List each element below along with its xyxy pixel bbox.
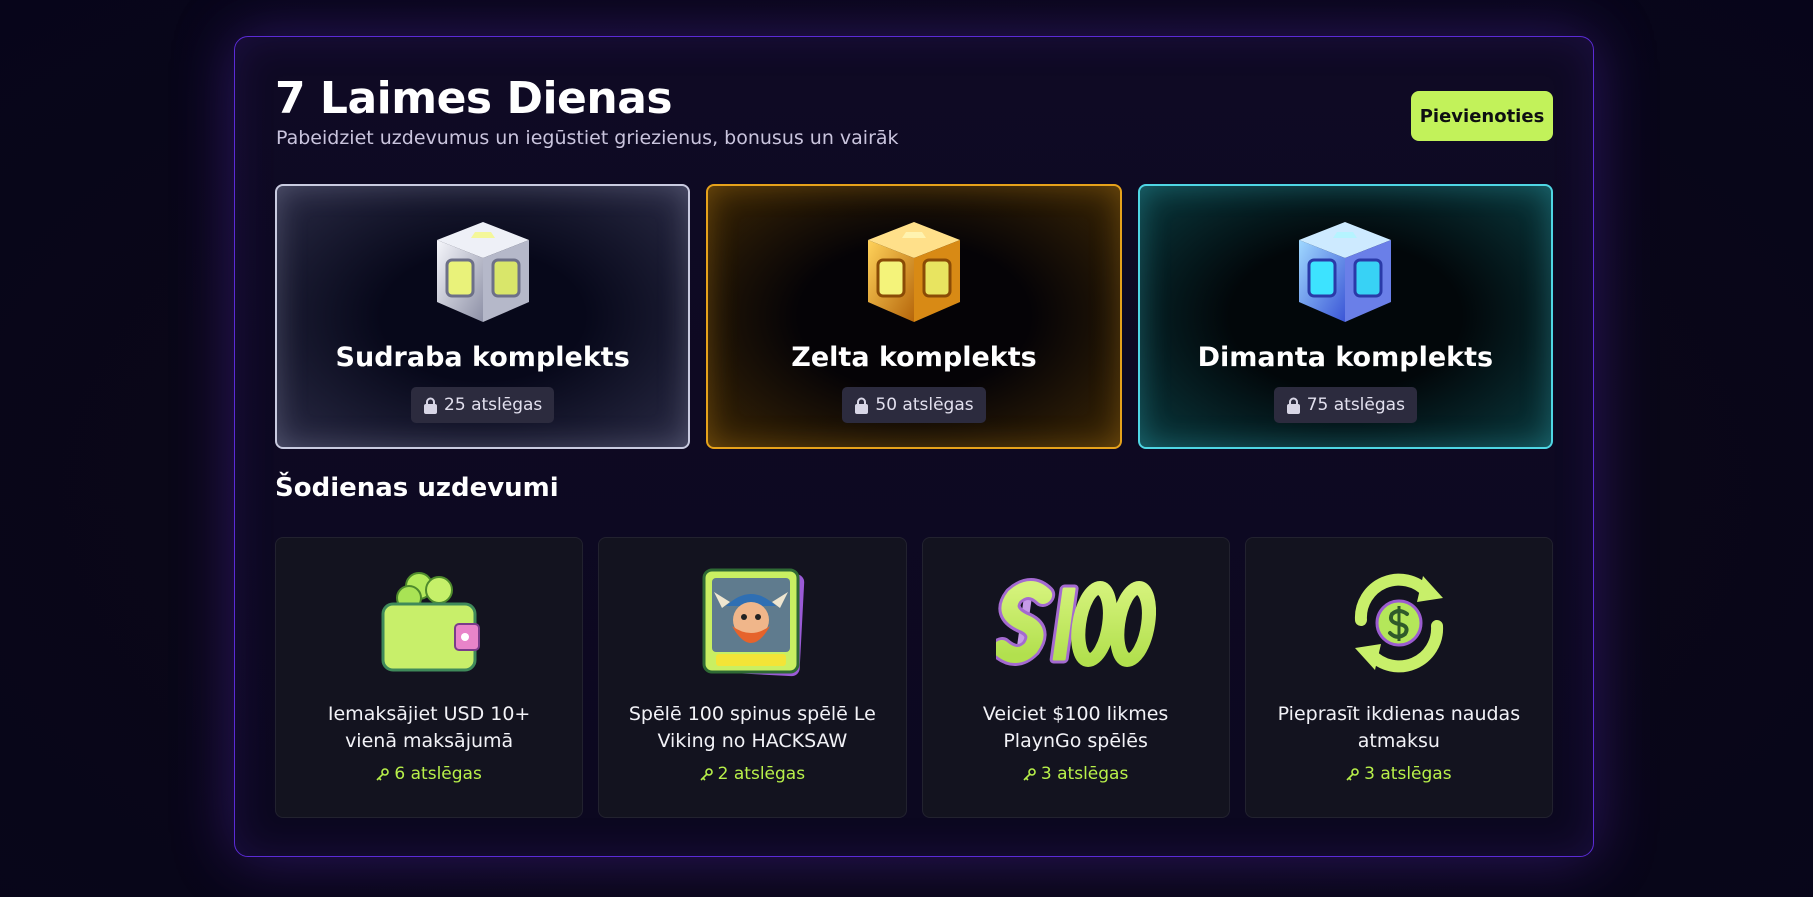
task-reward-label: 3 atslēgas [1364, 764, 1452, 784]
pack-keys-badge: 25 atslēgas [411, 387, 555, 423]
lock-icon [855, 397, 869, 414]
key-icon [1346, 767, 1359, 781]
task-card-playngo-bets[interactable]: Veiciet $100 likmes PlaynGo spēlēs 3 ats… [921, 537, 1230, 818]
task-reward-label: 2 atslēgas [717, 764, 806, 784]
join-button[interactable]: Pievienoties [1411, 91, 1553, 141]
pack-keys-badge: 75 atslēgas [1273, 387, 1417, 423]
page-title: 7 Laimes Dienas [275, 73, 673, 124]
task-description: Iemaksājiet USD 10+ vienā maksājumā [327, 703, 531, 752]
task-reward-label: 3 atslēgas [1040, 764, 1129, 784]
pack-name: Zelta komplekts [791, 342, 1037, 373]
task-reward: 6 atslēgas [376, 764, 482, 784]
tasks-section-title: Šodienas uzdevumi [275, 473, 559, 503]
pack-keys-badge: 50 atslēgas [842, 387, 986, 423]
lock-icon [1286, 397, 1300, 414]
lock-icon [424, 397, 438, 414]
pack-keys-label: 50 atslēgas [875, 395, 974, 415]
task-card-deposit[interactable]: Iemaksājiet USD 10+ vienā maksājumā 6 at… [275, 537, 584, 818]
le-viking-game-icon [702, 568, 805, 677]
lucky-days-panel: 7 Laimes Dienas Pabeidziet uzdevumus un … [234, 36, 1594, 857]
task-description: Pieprasīt ikdienas naudas atmaksu [1277, 703, 1521, 752]
key-icon [1023, 767, 1036, 781]
task-reward-label: 6 atslēgas [394, 764, 482, 784]
cashback-icon [1354, 573, 1443, 673]
wallet-coins-icon [381, 572, 481, 672]
key-icon [700, 767, 713, 781]
pack-list: Sudraba komplekts 25 atslēgas Zelta komp… [275, 184, 1553, 449]
key-icon [376, 767, 390, 781]
diamond-cube-icon [1299, 222, 1392, 322]
pack-keys-label: 25 atslēgas [444, 395, 543, 415]
task-list: Iemaksājiet USD 10+ vienā maksājumā 6 at… [275, 537, 1553, 818]
task-reward: 2 atslēgas [700, 764, 805, 784]
task-description: Spēlē 100 spinus spēlē Le Viking no HACK… [628, 703, 876, 752]
task-reward: 3 atslēgas [1023, 764, 1128, 784]
page-subtitle: Pabeidziet uzdevumus un iegūstiet griezi… [276, 127, 899, 149]
silver-cube-icon [436, 222, 529, 322]
pack-name: Dimanta komplekts [1197, 342, 1494, 373]
pack-keys-label: 75 atslēgas [1306, 395, 1405, 415]
pack-card-gold[interactable]: Zelta komplekts 50 atslēgas [706, 184, 1122, 449]
task-reward: 3 atslēgas [1346, 764, 1452, 784]
dollar-100-icon [995, 578, 1156, 667]
gold-cube-icon [867, 222, 960, 322]
pack-name: Sudraba komplekts [335, 342, 630, 373]
task-card-cashback[interactable]: Pieprasīt ikdienas naudas atmaksu 3 atsl… [1244, 537, 1553, 818]
task-card-le-viking[interactable]: Spēlē 100 spinus spēlē Le Viking no HACK… [598, 537, 907, 818]
task-description: Veiciet $100 likmes PlaynGo spēlēs [982, 703, 1169, 752]
pack-card-silver[interactable]: Sudraba komplekts 25 atslēgas [275, 184, 691, 449]
pack-card-diamond[interactable]: Dimanta komplekts 75 atslēgas [1137, 184, 1553, 449]
